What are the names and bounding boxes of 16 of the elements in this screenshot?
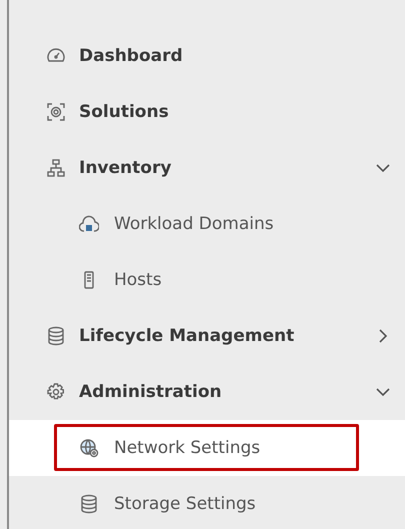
nav-subitem[interactable]: Workload Domains [9, 196, 405, 252]
gear-frame-icon [46, 102, 66, 122]
nav-item[interactable]: Lifecycle Management [9, 308, 405, 364]
nav-item[interactable]: Solutions [9, 84, 405, 140]
nav-item[interactable]: Administration [9, 364, 405, 420]
nav-subitem[interactable]: Storage Settings [9, 476, 405, 529]
hierarchy-icon [46, 158, 66, 178]
nav-item[interactable]: Inventory [9, 140, 405, 196]
cloud-icon [79, 214, 99, 234]
globe-gear-icon [79, 438, 99, 458]
database-icon [79, 494, 99, 514]
database-icon [46, 326, 66, 346]
nav-item[interactable]: Dashboard [9, 28, 405, 84]
nav-subitem[interactable]: Hosts [9, 252, 405, 308]
gear-icon [46, 382, 66, 402]
nav-subitem[interactable]: Network Settings [9, 420, 405, 476]
